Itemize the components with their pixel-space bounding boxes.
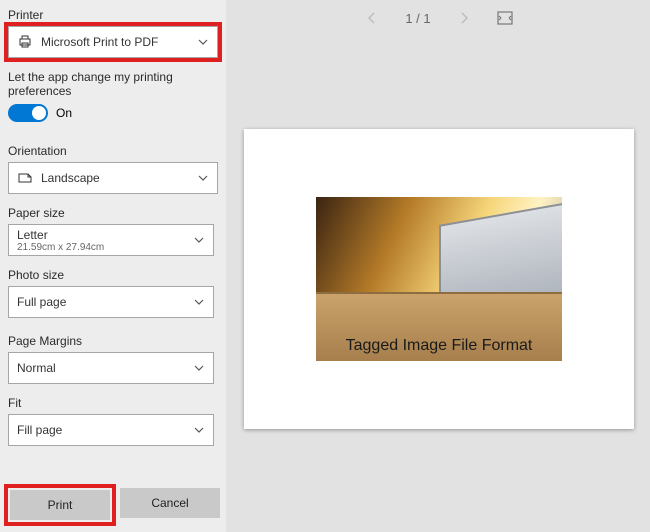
chevron-down-icon [197, 36, 209, 48]
print-settings-panel: Printer Microsoft Print to PDF Let the a… [0, 0, 226, 532]
fit-dropdown[interactable]: Fill page [8, 414, 214, 446]
printer-label: Printer [8, 8, 218, 22]
print-preview-page: Tagged Image File Format [244, 129, 634, 429]
printer-value: Microsoft Print to PDF [41, 35, 191, 49]
page-prev-button[interactable] [365, 11, 379, 25]
printing-preferences-label: Let the app change my printing preferenc… [8, 70, 218, 98]
photo-size-value: Full page [17, 295, 187, 309]
pager: 1 / 1 [226, 0, 650, 36]
page-margins-label: Page Margins [8, 334, 218, 348]
page-indicator: 1 / 1 [405, 11, 430, 26]
chevron-down-icon [197, 172, 209, 184]
paper-size-label: Paper size [8, 206, 218, 220]
chevron-down-icon [193, 362, 205, 374]
page-margins-value: Normal [17, 361, 187, 375]
paper-size-dropdown[interactable]: Letter 21.59cm x 27.94cm [8, 224, 214, 256]
fit-label: Fit [8, 396, 218, 410]
preferences-toggle[interactable] [8, 104, 48, 122]
photo-size-dropdown[interactable]: Full page [8, 286, 214, 318]
page-margins-dropdown[interactable]: Normal [8, 352, 214, 384]
orientation-label: Orientation [8, 144, 218, 158]
orientation-dropdown[interactable]: Landscape [8, 162, 218, 194]
paper-size-value: Letter [17, 228, 104, 242]
preview-panel: 1 / 1 Tagged Image File Format [226, 0, 650, 532]
orientation-value: Landscape [41, 171, 191, 185]
photo-size-label: Photo size [8, 268, 218, 282]
fit-value: Fill page [17, 423, 187, 437]
chevron-down-icon [193, 424, 205, 436]
paper-size-dimensions: 21.59cm x 27.94cm [17, 242, 104, 253]
printer-icon [17, 34, 33, 50]
page-next-button[interactable] [457, 11, 471, 25]
print-button-highlight: Print [8, 488, 112, 522]
preview-image: Tagged Image File Format [316, 197, 562, 361]
landscape-page-icon [17, 170, 33, 186]
print-button[interactable]: Print [10, 490, 110, 520]
fit-window-icon[interactable] [497, 11, 513, 25]
chevron-down-icon [193, 296, 205, 308]
chevron-down-icon [193, 234, 205, 246]
preview-image-caption: Tagged Image File Format [326, 337, 552, 355]
preferences-toggle-state: On [56, 106, 72, 120]
cancel-button[interactable]: Cancel [120, 488, 220, 518]
printer-dropdown[interactable]: Microsoft Print to PDF [8, 26, 218, 58]
